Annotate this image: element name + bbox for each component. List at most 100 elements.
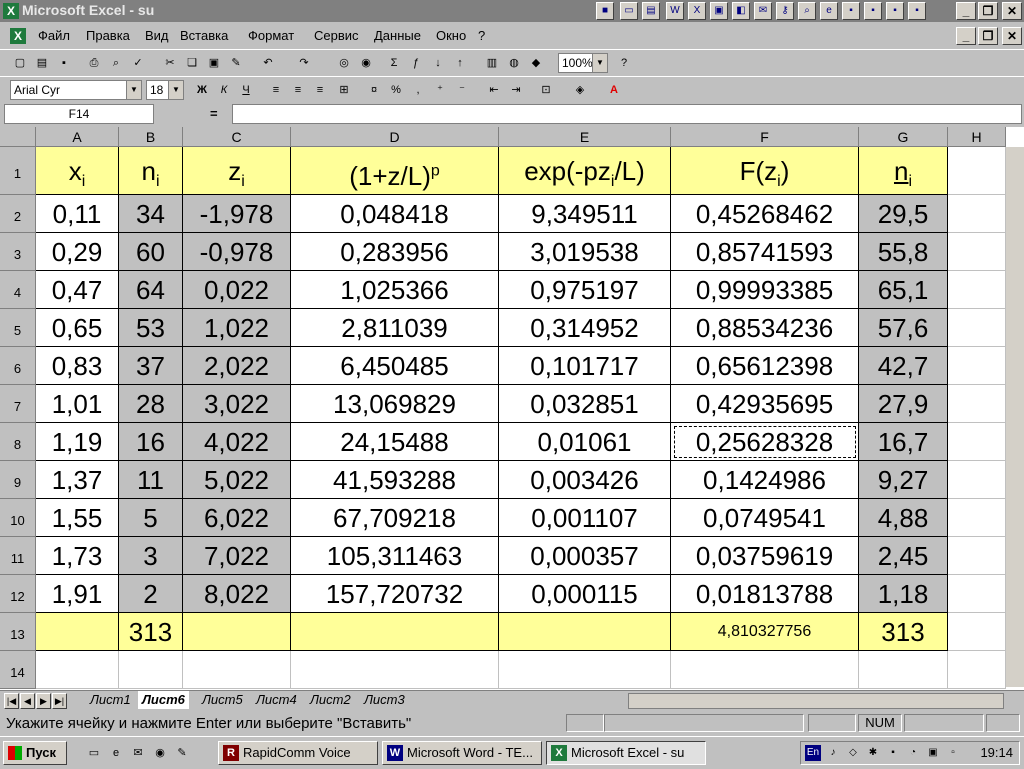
data-cell-f[interactable]: 0,65612398 (671, 347, 859, 385)
data-cell-b[interactable]: 64 (119, 271, 183, 309)
copy-icon[interactable]: ❏ (182, 53, 202, 73)
cell[interactable] (948, 537, 1006, 575)
menu-edit[interactable]: Правка (86, 28, 130, 43)
data-cell-f[interactable]: 0,01813788 (671, 575, 859, 613)
data-cell-e[interactable]: 0,314952 (499, 309, 671, 347)
row-header[interactable]: 11 (0, 537, 36, 575)
data-cell-a[interactable]: 1,01 (36, 385, 119, 423)
new-icon[interactable]: ▢ (10, 53, 30, 73)
font-color-icon[interactable]: A (604, 80, 624, 100)
data-cell-e[interactable]: 0,032851 (499, 385, 671, 423)
desktop-icon[interactable]: ▭ (84, 743, 104, 763)
cell[interactable] (183, 651, 291, 689)
sheet-tab-3[interactable]: Лист3 (360, 691, 409, 709)
data-cell-f[interactable]: 0,42935695 (671, 385, 859, 423)
cell[interactable] (948, 385, 1006, 423)
data-cell-e[interactable]: 0,000115 (499, 575, 671, 613)
network-icon[interactable]: ◇ (845, 745, 861, 761)
column-header-a[interactable]: A (36, 127, 119, 147)
undo-icon[interactable]: ↶ (258, 53, 278, 73)
data-cell-e[interactable]: 9,349511 (499, 195, 671, 233)
data-cell-b[interactable]: 3 (119, 537, 183, 575)
cell[interactable] (948, 461, 1006, 499)
cell[interactable] (671, 651, 859, 689)
tray-icon-8[interactable]: ▫ (945, 745, 961, 761)
data-cell-d[interactable]: 13,069829 (291, 385, 499, 423)
doc-minimize-button[interactable]: _ (956, 27, 976, 45)
fill-color-icon[interactable]: ◈ (570, 80, 590, 100)
underline-icon[interactable]: Ч (236, 80, 256, 100)
data-cell-a[interactable]: 1,55 (36, 499, 119, 537)
menu-data[interactable]: Данные (374, 28, 421, 43)
drawing-icon[interactable]: ◆ (526, 53, 546, 73)
data-cell-e[interactable]: 3,019538 (499, 233, 671, 271)
data-cell-f[interactable]: 0,1424986 (671, 461, 859, 499)
data-cell-d[interactable]: 0,283956 (291, 233, 499, 271)
row-header[interactable]: 6 (0, 347, 36, 385)
data-cell-g[interactable]: 16,7 (859, 423, 948, 461)
column-header-g[interactable]: G (859, 127, 948, 147)
header-cell-a[interactable]: xi (36, 147, 119, 195)
data-cell-g[interactable]: 57,6 (859, 309, 948, 347)
data-cell-a[interactable]: 0,83 (36, 347, 119, 385)
data-cell-g[interactable]: 9,27 (859, 461, 948, 499)
data-cell-b[interactable]: 34 (119, 195, 183, 233)
outlook-quicklaunch-icon[interactable]: ✉ (128, 743, 148, 763)
name-box[interactable]: F14 (4, 104, 154, 124)
data-cell-d[interactable]: 157,720732 (291, 575, 499, 613)
office-shortcut-icon-1[interactable]: ■ (596, 2, 614, 20)
data-cell-b[interactable]: 11 (119, 461, 183, 499)
column-header-e[interactable]: E (499, 127, 671, 147)
data-cell-g[interactable]: 29,5 (859, 195, 948, 233)
data-cell-b[interactable]: 5 (119, 499, 183, 537)
header-cell-b[interactable]: ni (119, 147, 183, 195)
function-icon[interactable]: ƒ (406, 53, 426, 73)
data-cell-c[interactable]: -0,978 (183, 233, 291, 271)
save-icon[interactable]: ▪ (54, 53, 74, 73)
data-cell-f[interactable]: 0,88534236 (671, 309, 859, 347)
column-header-c[interactable]: C (183, 127, 291, 147)
data-cell-f[interactable]: 0,0749541 (671, 499, 859, 537)
total-cell-a[interactable] (36, 613, 119, 651)
taskbar-excel[interactable]: X Microsoft Excel - su (546, 741, 706, 765)
row-header[interactable]: 4 (0, 271, 36, 309)
data-cell-a[interactable]: 1,37 (36, 461, 119, 499)
word-icon[interactable]: W (666, 2, 684, 20)
clock-tray-icon[interactable]: ◔ (905, 745, 921, 761)
data-cell-c[interactable]: 7,022 (183, 537, 291, 575)
workbook-icon[interactable]: X (10, 28, 26, 44)
minimize-button[interactable]: _ (956, 2, 976, 20)
chevron-down-icon[interactable]: ▼ (126, 81, 141, 99)
open-icon[interactable]: ▤ (32, 53, 52, 73)
chevron-down-icon[interactable]: ▼ (168, 81, 183, 99)
header-cell-f[interactable]: F(zi) (671, 147, 859, 195)
data-cell-d[interactable]: 24,15488 (291, 423, 499, 461)
sheet-tab-4[interactable]: Лист4 (252, 691, 301, 709)
data-cell-d[interactable]: 6,450485 (291, 347, 499, 385)
decrease-decimal-icon[interactable]: ⁻ (452, 80, 472, 100)
data-cell-g[interactable]: 42,7 (859, 347, 948, 385)
spelling-icon[interactable]: ✓ (128, 53, 148, 73)
doc-restore-button[interactable]: ❐ (978, 27, 998, 45)
row-header[interactable]: 1 (0, 147, 36, 195)
align-center-icon[interactable]: ≡ (288, 80, 308, 100)
data-cell-g[interactable]: 55,8 (859, 233, 948, 271)
data-cell-d[interactable]: 41,593288 (291, 461, 499, 499)
chart-wizard-icon[interactable]: ▥ (482, 53, 502, 73)
data-cell-c[interactable]: 4,022 (183, 423, 291, 461)
data-cell-e[interactable]: 0,01061 (499, 423, 671, 461)
tray-icon-5[interactable]: ▪ (885, 745, 901, 761)
header-cell-g[interactable]: ni (859, 147, 948, 195)
align-right-icon[interactable]: ≡ (310, 80, 330, 100)
row-header[interactable]: 9 (0, 461, 36, 499)
print-preview-icon[interactable]: ⌕ (106, 53, 126, 73)
column-header-h[interactable]: H (948, 127, 1006, 147)
data-cell-c[interactable]: 2,022 (183, 347, 291, 385)
total-cell-e[interactable] (499, 613, 671, 651)
ie-icon[interactable]: e (820, 2, 838, 20)
office-shortcut-icon-13[interactable]: ▪ (864, 2, 882, 20)
font-size-select[interactable]: 18 ▼ (146, 80, 184, 100)
bold-icon[interactable]: Ж (192, 80, 212, 100)
doc-close-button[interactable]: ✕ (1002, 27, 1022, 45)
print-icon[interactable]: ⎙ (84, 53, 104, 73)
